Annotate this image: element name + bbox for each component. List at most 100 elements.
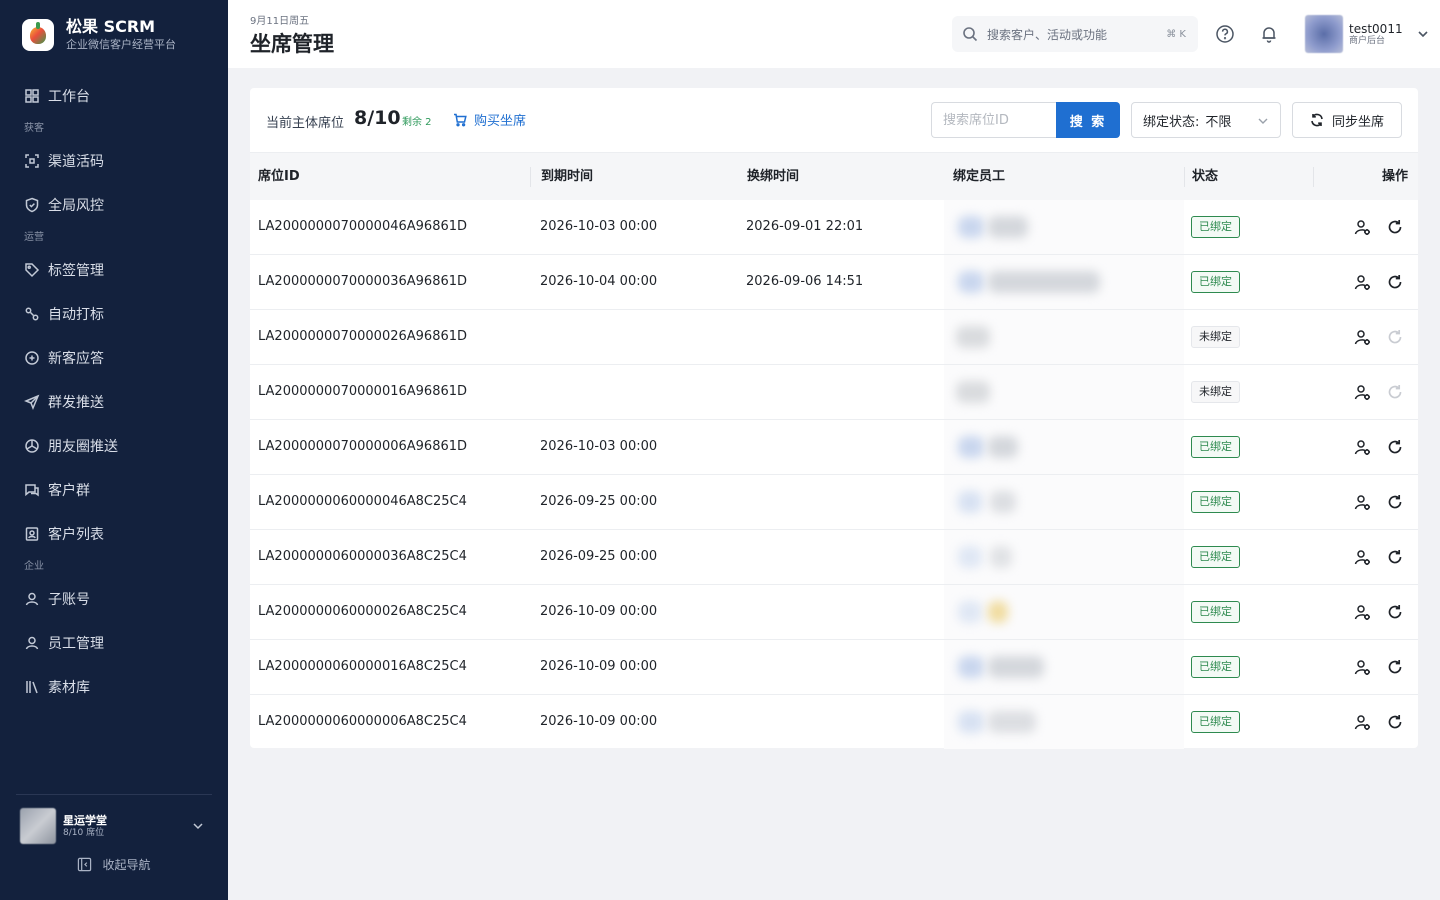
user-menu[interactable]: test0011 商户后台 [1305, 15, 1429, 53]
chat-reply-icon [25, 351, 39, 365]
seat-id-cell: LA2000000060000026A8C25C4 [258, 604, 467, 619]
rebind-refresh-icon[interactable] [1387, 219, 1403, 235]
rebind-refresh-icon[interactable] [1387, 439, 1403, 455]
brand-name: 松果 SCRM [66, 17, 156, 36]
assign-employee-icon[interactable] [1354, 384, 1371, 401]
seat-id-cell: LA2000000070000016A96861D [258, 384, 468, 399]
sidebar-item[interactable]: 全局风控 [0, 183, 228, 227]
sync-icon [1311, 113, 1323, 127]
sidebar-item[interactable]: 自动打标 [0, 292, 228, 336]
column-header-rebind: 换绑时间 [747, 169, 800, 184]
assign-employee-icon[interactable] [1354, 329, 1371, 346]
sidebar-item[interactable]: 客户列表 [0, 512, 228, 556]
chevron-down-icon [193, 823, 203, 830]
blurred-employee-info [958, 491, 982, 513]
sidebar-item-label: 自动打标 [48, 307, 104, 323]
collapse-nav-button[interactable]: 收起导航 [16, 856, 212, 873]
blurred-employee-info [956, 381, 990, 403]
assign-employee-icon[interactable] [1354, 439, 1371, 456]
assign-employee-icon[interactable] [1354, 659, 1371, 676]
qrcode-icon [25, 154, 39, 168]
top-header: 9月11日周五 坐席管理 搜索客户、活动或功能 ⌘ K test0011 商户后… [228, 0, 1440, 68]
search-button[interactable]: 搜 索 [1056, 102, 1120, 138]
sidebar-item[interactable]: 新客应答 [0, 336, 228, 380]
sidebar-item[interactable]: 标签管理 [0, 248, 228, 292]
sidebar-item[interactable]: 素材库 [0, 665, 228, 709]
rebind-refresh-icon[interactable] [1387, 494, 1403, 510]
nav-section-label: 获客 [24, 123, 44, 134]
blurred-employee-info [988, 601, 1008, 623]
seat-id-search-input[interactable] [931, 102, 1057, 138]
assign-employee-icon[interactable] [1354, 219, 1371, 236]
sidebar-nav: 工作台 获客 渠道活码 全局风控 运营 标签管理 自动打标 新客应答 群发推送 朋友圈推送 客户群客… [0, 74, 228, 709]
brand[interactable]: 松果 SCRM 企业微信客户经营平台 [22, 17, 176, 52]
seat-management-card: 当前主体席位 8/10 剩余 2 购买坐席 搜 索 绑定状态: 不限 同步坐席 … [250, 88, 1418, 750]
rebind-time-cell: 2026-09-06 14:51 [746, 274, 864, 289]
expire-time-cell: 2026-10-09 00:00 [540, 604, 658, 619]
status-badge: 未绑定 [1191, 326, 1240, 348]
sidebar-item[interactable]: 工作台 [0, 74, 228, 118]
blurred-employee-info [988, 656, 1044, 678]
rebind-refresh-icon[interactable] [1387, 549, 1403, 565]
table-row: LA2000000070000026A96861D 未绑定 [250, 310, 1418, 365]
column-header-status: 状态 [1192, 169, 1219, 184]
rebind-refresh-icon[interactable] [1387, 274, 1403, 290]
sidebar-item-label: 素材库 [48, 680, 90, 696]
group-chat-icon [25, 484, 39, 497]
bind-filter-value: 不限 [1205, 114, 1232, 130]
seat-id-cell: LA2000000060000036A8C25C4 [258, 549, 467, 564]
sidebar-item-label: 客户群 [48, 483, 90, 499]
user-role: 商户后台 [1349, 35, 1386, 46]
table-row: LA2000000060000006A8C25C4 2026-10-09 00:0… [250, 695, 1418, 750]
assign-employee-icon[interactable] [1354, 549, 1371, 566]
blurred-employee-info [958, 656, 984, 678]
sub-account-icon [25, 592, 39, 606]
blurred-employee-info [958, 601, 982, 623]
rebind-refresh-icon[interactable] [1387, 604, 1403, 620]
collapse-nav-label: 收起导航 [102, 858, 151, 872]
assign-employee-icon[interactable] [1354, 494, 1371, 511]
send-icon [24, 394, 40, 410]
bound-employee-cell [944, 530, 1184, 584]
blurred-employee-info [958, 271, 984, 293]
assign-employee-icon[interactable] [1354, 274, 1371, 291]
assign-employee-icon[interactable] [1354, 604, 1371, 621]
blurred-employee-info [958, 436, 984, 458]
rebind-refresh-icon[interactable] [1387, 659, 1403, 675]
seat-id-cell: LA2000000070000026A96861D [258, 329, 468, 344]
blurred-employee-info [990, 491, 1016, 513]
sidebar-item-label: 工作台 [48, 89, 90, 105]
sidebar-item[interactable]: 渠道活码 [0, 139, 228, 183]
account-switcher[interactable]: 星运学堂 8/10 席位 [16, 808, 212, 844]
expire-time-cell: 2026-10-03 00:00 [540, 219, 658, 234]
blurred-employee-info [990, 546, 1012, 568]
buy-seat-link[interactable]: 购买坐席 [453, 110, 526, 129]
sidebar-item-label: 全局风控 [48, 198, 104, 214]
sidebar-item[interactable]: 朋友圈推送 [0, 424, 228, 468]
buy-seat-label: 购买坐席 [474, 114, 527, 129]
bind-status-filter[interactable]: 绑定状态: 不限 [1131, 102, 1281, 138]
seat-remaining-badge: 剩余 2 [402, 117, 432, 128]
status-badge: 已绑定 [1191, 216, 1240, 238]
sidebar-item[interactable]: 员工管理 [0, 621, 228, 665]
help-icon[interactable] [1215, 24, 1235, 44]
bound-employee-cell [944, 200, 1184, 254]
rebind-refresh-icon[interactable] [1387, 714, 1403, 730]
bell-icon[interactable] [1259, 24, 1279, 44]
sidebar-item-label: 子账号 [48, 592, 90, 608]
sidebar-item[interactable]: 群发推送 [0, 380, 228, 424]
sidebar-item[interactable]: 子账号 [0, 577, 228, 621]
column-divider [530, 167, 531, 187]
assign-employee-icon[interactable] [1354, 714, 1371, 731]
bound-employee-cell [944, 310, 1184, 364]
blurred-employee-info [988, 216, 1028, 238]
blurred-employee-info [988, 436, 1018, 458]
account-name: 星运学堂 [63, 813, 107, 827]
expire-time-cell: 2026-09-25 00:00 [540, 494, 658, 509]
global-search[interactable]: 搜索客户、活动或功能 ⌘ K [952, 16, 1198, 52]
sidebar: 松果 SCRM 企业微信客户经营平台 工作台 获客 渠道活码 全局风控 运营 标签管理 自动… [0, 0, 228, 900]
sync-seats-button[interactable]: 同步坐席 [1292, 102, 1402, 138]
moments-icon [25, 439, 39, 453]
user-avatar [1305, 15, 1343, 53]
sidebar-item[interactable]: 客户群 [0, 468, 228, 512]
